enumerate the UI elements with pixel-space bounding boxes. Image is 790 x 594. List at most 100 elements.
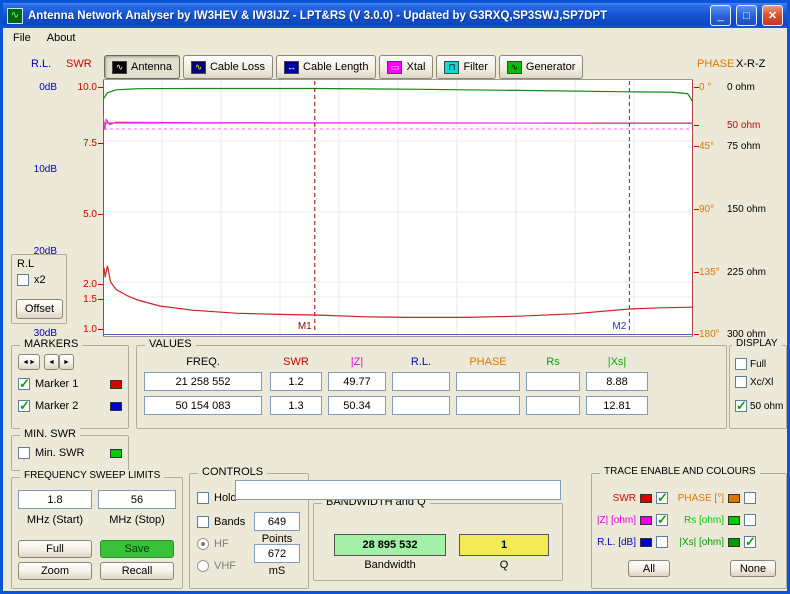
vhf-label: VHF: [214, 560, 236, 572]
m1-xs-value[interactable]: 8.88: [586, 372, 648, 391]
sweep-recall-button[interactable]: Recall: [100, 562, 174, 580]
rs-header: Rs: [526, 356, 580, 368]
swr-tick: 10.0: [69, 82, 97, 93]
marker-nav-next-button[interactable]: ►: [59, 354, 74, 370]
window-title: Antenna Network Analyser by IW3HEV & IW3…: [28, 10, 705, 22]
marker2-checkbox[interactable]: Marker 2: [18, 400, 122, 412]
hf-radio[interactable]: HF: [197, 538, 229, 550]
m2-rl-value[interactable]: [392, 396, 450, 415]
m1-rs-value[interactable]: [526, 372, 580, 391]
trace-rs-row[interactable]: Rs [ohm]: [670, 514, 756, 526]
trace-swr-checkbox[interactable]: [656, 492, 668, 504]
phase-tick: 45°: [699, 141, 714, 152]
xtal-button[interactable]: ▭ Xtal: [379, 55, 433, 79]
m2-swr-value[interactable]: 1.3: [270, 396, 322, 415]
trace-swr-row[interactable]: SWR: [594, 492, 668, 504]
cable-length-button[interactable]: ↔ Cable Length: [276, 55, 376, 79]
min-swr-checkbox[interactable]: Min. SWR: [18, 447, 122, 459]
min-swr-label: Min. SWR: [35, 447, 85, 459]
command-input[interactable]: [235, 480, 561, 500]
m2-z-value[interactable]: 50.34: [328, 396, 386, 415]
bandwidth-group: BANDWIDTH and Q 28 895 532 Bandwidth 1 Q: [313, 503, 563, 581]
axis-tick: [98, 299, 103, 300]
chart-area[interactable]: M1M2: [103, 79, 693, 337]
ms-value-field[interactable]: 672: [254, 544, 300, 563]
trace-phase-checkbox[interactable]: [744, 492, 756, 504]
marker1-checkbox[interactable]: Marker 1: [18, 378, 122, 390]
m2-xs-value[interactable]: 12.81: [586, 396, 648, 415]
trace-z-row[interactable]: |Z| [ohm]: [594, 514, 668, 526]
sweep-zoom-button[interactable]: Zoom: [18, 562, 92, 580]
trace-rl-checkbox[interactable]: [656, 536, 668, 548]
xtal-label: Xtal: [406, 61, 425, 73]
cable-length-icon: ↔: [284, 61, 299, 74]
swr-header: SWR: [270, 356, 322, 368]
values-group-title: VALUES: [145, 338, 196, 350]
cable-loss-button[interactable]: ∿ Cable Loss: [183, 55, 273, 79]
vhf-radio[interactable]: VHF: [197, 560, 236, 572]
bandwidth-label: Bandwidth: [334, 559, 446, 571]
filter-button[interactable]: ⊓ Filter: [436, 55, 495, 79]
display-50ohm-checkbox[interactable]: 50 ohm: [735, 400, 783, 412]
marker-nav-prev-button[interactable]: ◄: [44, 354, 59, 370]
menu-about[interactable]: About: [39, 30, 84, 46]
sweep-save-button[interactable]: Save: [100, 540, 174, 558]
trace-rl-swatch: [640, 538, 652, 547]
m1-z-value[interactable]: 49.77: [328, 372, 386, 391]
marker1-label: Marker 1: [35, 378, 78, 390]
rl-offset-group: R.L x2 Offset: [11, 254, 67, 324]
trace-rs-checkbox[interactable]: [744, 514, 756, 526]
swr-tick: 5.0: [69, 209, 97, 220]
freq-header: FREQ.: [144, 356, 262, 368]
m1-phase-value[interactable]: [456, 372, 520, 391]
phase-header: PHASE: [456, 356, 520, 368]
generator-button[interactable]: ∿ Generator: [499, 55, 584, 79]
axis-tick: [98, 214, 103, 215]
freq-start-input[interactable]: 1.8: [18, 490, 92, 509]
swr-tick: 7.5: [69, 138, 97, 149]
hold-label: Hold: [214, 492, 237, 504]
m2-rs-value[interactable]: [526, 396, 580, 415]
hold-checkbox[interactable]: Hold: [197, 492, 237, 504]
trace-xs-row[interactable]: |Xs| [ohm]: [670, 536, 756, 548]
menu-file[interactable]: File: [5, 30, 39, 46]
m1-swr-value[interactable]: 1.2: [270, 372, 322, 391]
axis-tick: [694, 87, 699, 88]
freq-stop-label: MHz (Stop): [98, 514, 176, 526]
m2-phase-value[interactable]: [456, 396, 520, 415]
trace-none-button[interactable]: None: [730, 560, 776, 577]
display-xcxl-checkbox[interactable]: Xc/Xl: [735, 376, 773, 388]
display-50ohm-label: 50 ohm: [750, 401, 783, 412]
maximize-button[interactable]: □: [736, 5, 757, 26]
trace-rl-row[interactable]: R.L. [dB]: [594, 536, 668, 548]
antenna-button[interactable]: ∿ Antenna: [104, 55, 180, 79]
marker-nav-all-button[interactable]: ◄►: [18, 354, 40, 370]
trace-z-swatch: [640, 516, 652, 525]
display-full-checkbox[interactable]: Full: [735, 358, 766, 370]
bandwidth-value-field[interactable]: 28 895 532: [334, 534, 446, 556]
bands-label: Bands: [214, 516, 245, 528]
q-value-field[interactable]: 1: [459, 534, 549, 556]
axis-tick: [694, 146, 699, 147]
m2-freq-value[interactable]: 50 154 083: [144, 396, 262, 415]
minimize-button[interactable]: _: [710, 5, 731, 26]
x2-checkbox[interactable]: x2: [17, 274, 46, 286]
trace-all-button[interactable]: All: [628, 560, 670, 577]
bands-checkbox[interactable]: Bands: [197, 516, 245, 528]
freq-stop-input[interactable]: 56: [98, 490, 176, 509]
trace-xs-checkbox[interactable]: [744, 536, 756, 548]
app-icon: ∿: [7, 8, 23, 24]
close-button[interactable]: ✕: [762, 5, 783, 26]
title-bar[interactable]: ∿ Antenna Network Analyser by IW3HEV & I…: [3, 3, 787, 28]
offset-button[interactable]: Offset: [16, 299, 63, 319]
trace-phase-row[interactable]: PHASE [°]: [670, 492, 756, 504]
menu-bar: File About: [3, 28, 787, 47]
controls-group-title: CONTROLS: [198, 466, 267, 478]
trace-z-checkbox[interactable]: [656, 514, 668, 526]
m1-freq-value[interactable]: 21 258 552: [144, 372, 262, 391]
sweep-full-button[interactable]: Full: [18, 540, 92, 558]
points-value-field[interactable]: 649: [254, 512, 300, 531]
display-full-label: Full: [750, 359, 766, 370]
freq-start-label: MHz (Start): [18, 514, 92, 526]
m1-rl-value[interactable]: [392, 372, 450, 391]
